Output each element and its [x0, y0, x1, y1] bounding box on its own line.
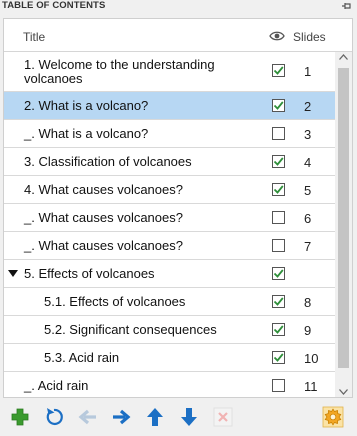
slide-number: 8: [304, 295, 312, 310]
check-icon: [273, 325, 284, 334]
slide-number: 6: [304, 211, 312, 226]
add-icon[interactable]: [9, 406, 31, 428]
column-title-header[interactable]: Title: [23, 30, 45, 44]
row-title: _. Acid rain: [24, 378, 89, 393]
check-icon: [273, 185, 284, 194]
row-title: 5.3. Acid rain: [44, 350, 120, 365]
toc-rows: 1. Welcome to the understanding volcanoe…: [4, 52, 335, 397]
toc-row[interactable]: 5. Effects of volcanoes: [4, 260, 335, 288]
visibility-checkbox[interactable]: [272, 99, 285, 112]
slide-number: 3: [304, 127, 312, 142]
toc-row[interactable]: 4. What causes volcanoes? 5: [4, 176, 335, 204]
delete-x-icon[interactable]: [212, 406, 234, 428]
visibility-checkbox[interactable]: [272, 323, 285, 336]
visibility-checkbox[interactable]: [272, 127, 285, 140]
visibility-checkbox[interactable]: [272, 183, 285, 196]
toc-row[interactable]: 5.3. Acid rain 10: [4, 344, 335, 372]
row-title-line: volcanoes: [24, 71, 83, 86]
slide-number: 10: [304, 351, 319, 366]
visibility-checkbox[interactable]: [272, 211, 285, 224]
toc-row[interactable]: 3. Classification of volcanoes 4: [4, 148, 335, 176]
slide-number: 5: [304, 183, 312, 198]
slide-number: 4: [304, 155, 312, 170]
visibility-checkbox[interactable]: [272, 351, 285, 364]
toc-row[interactable]: _. What causes volcanoes? 7: [4, 232, 335, 260]
row-title: _. What causes volcanoes?: [24, 210, 183, 225]
vertical-scrollbar[interactable]: [335, 52, 352, 397]
toc-row[interactable]: _. What is a volcano? 3: [4, 120, 335, 148]
slide-number: 7: [304, 239, 312, 254]
settings-gear-icon[interactable]: [322, 406, 344, 428]
toc-row[interactable]: _. What causes volcanoes? 6: [4, 204, 335, 232]
row-title: 2. What is a volcano?: [24, 98, 149, 113]
reset-icon[interactable]: [43, 406, 65, 428]
scroll-down-arrow-icon[interactable]: [339, 389, 348, 395]
slide-number: 1: [304, 64, 312, 79]
row-title: 3. Classification of volcanoes: [24, 154, 192, 169]
scroll-up-arrow-icon[interactable]: [339, 54, 348, 60]
check-icon: [273, 66, 284, 75]
scrollbar-thumb[interactable]: [338, 68, 349, 368]
row-title: 4. What causes volcanoes?: [24, 182, 183, 197]
toc-row[interactable]: 5.1. Effects of volcanoes 8: [4, 288, 335, 316]
row-title: 5. Effects of volcanoes: [24, 266, 155, 281]
collapse-triangle-icon[interactable]: [8, 270, 18, 278]
move-down-arrow-icon[interactable]: [178, 406, 200, 428]
check-icon: [273, 297, 284, 306]
row-title: _. What is a volcano?: [24, 126, 149, 141]
row-title: 5.1. Effects of volcanoes: [44, 294, 186, 309]
indent-right-arrow-icon[interactable]: [110, 406, 132, 428]
visibility-checkbox[interactable]: [272, 64, 285, 77]
bottom-toolbar: [0, 400, 357, 436]
eye-icon[interactable]: [269, 30, 285, 42]
toc-row[interactable]: _. Acid rain 11: [4, 372, 335, 397]
column-header: Title Slides: [4, 19, 352, 52]
check-icon: [273, 101, 284, 110]
slide-number: 11: [304, 379, 318, 394]
toc-row[interactable]: 5.2. Significant consequences 9: [4, 316, 335, 344]
slide-number: 9: [304, 323, 312, 338]
check-icon: [273, 269, 284, 278]
outdent-left-arrow-icon[interactable]: [77, 406, 99, 428]
visibility-checkbox[interactable]: [272, 239, 285, 252]
row-title: 5.2. Significant consequences: [44, 322, 217, 337]
toc-row[interactable]: 2. What is a volcano? 2: [4, 92, 335, 120]
slide-number: 2: [304, 99, 312, 114]
row-title: _. What causes volcanoes?: [24, 238, 183, 253]
pin-icon[interactable]: [341, 1, 353, 11]
visibility-checkbox[interactable]: [272, 379, 285, 392]
row-title-line: 1. Welcome to the understanding: [24, 57, 215, 72]
visibility-checkbox[interactable]: [272, 155, 285, 168]
column-slides-header[interactable]: Slides: [293, 30, 326, 44]
move-up-arrow-icon[interactable]: [144, 406, 166, 428]
panel-title: TABLE OF CONTENTS: [2, 0, 106, 11]
check-icon: [273, 353, 284, 362]
visibility-checkbox[interactable]: [272, 295, 285, 308]
panel-title-bar: TABLE OF CONTENTS: [0, 0, 357, 13]
row-title: 1. Welcome to the understanding volcanoe…: [24, 58, 215, 86]
check-icon: [273, 157, 284, 166]
toc-panel: Title Slides 1. Welcome to the understan…: [3, 18, 353, 398]
visibility-checkbox[interactable]: [272, 267, 285, 280]
toc-row[interactable]: 1. Welcome to the understanding volcanoe…: [4, 52, 335, 92]
